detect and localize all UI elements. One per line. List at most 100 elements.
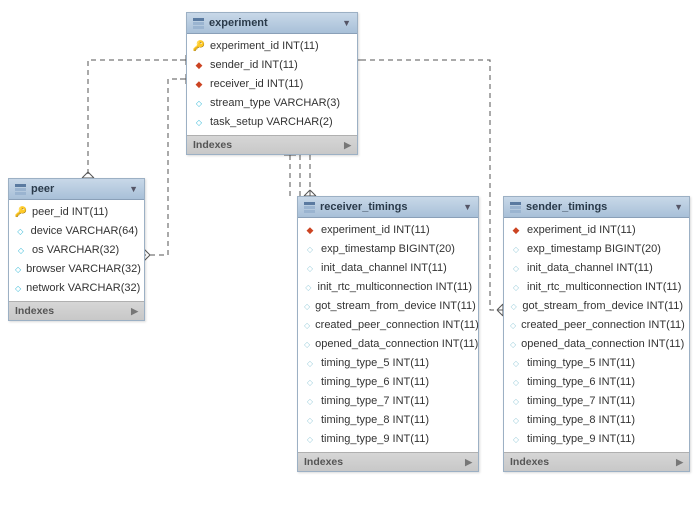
- column-label: created_peer_connection INT(11): [521, 318, 685, 333]
- column-label: timing_type_9 INT(11): [321, 432, 429, 447]
- column-icon: ◇: [193, 98, 205, 110]
- column-label: exp_timestamp BIGINT(20): [527, 242, 661, 257]
- column-label: device VARCHAR(64): [31, 224, 138, 239]
- column-label: init_data_channel INT(11): [321, 261, 447, 276]
- column-icon: ◇: [15, 264, 21, 276]
- column-icon: ◇: [304, 396, 316, 408]
- indexes-section[interactable]: Indexes ▶: [504, 452, 689, 471]
- column-icon: ◇: [510, 320, 516, 332]
- column-icon: ◇: [510, 339, 516, 351]
- column-row[interactable]: ◇os VARCHAR(32): [9, 241, 144, 260]
- column-label: got_stream_from_device INT(11): [315, 299, 476, 314]
- entity-header[interactable]: experiment ▼: [187, 13, 357, 34]
- column-list: ◆experiment_id INT(11) ◇exp_timestamp BI…: [298, 218, 478, 452]
- column-icon: ◇: [304, 263, 316, 275]
- column-label: experiment_id INT(11): [527, 223, 636, 238]
- indexes-section[interactable]: Indexes ▶: [298, 452, 478, 471]
- column-row[interactable]: ◇timing_type_5 INT(11): [504, 354, 689, 373]
- column-row[interactable]: ◆receiver_id INT(11): [187, 75, 357, 94]
- expand-icon: ▶: [676, 457, 683, 468]
- entity-title: receiver_timings: [320, 201, 463, 213]
- foreign-key-icon: ◆: [193, 79, 205, 91]
- column-row[interactable]: ◇timing_type_9 INT(11): [298, 430, 478, 449]
- er-diagram-canvas: experiment ▼ 🔑 experiment_id INT(11) ◆ sen…: [0, 0, 697, 526]
- foreign-key-icon: ◆: [304, 225, 316, 237]
- entity-receiver-timings[interactable]: receiver_timings ▼ ◆experiment_id INT(11…: [297, 196, 479, 472]
- column-row[interactable]: ◆ experiment_id INT(11): [504, 221, 689, 240]
- column-label: task_setup VARCHAR(2): [210, 115, 333, 130]
- column-row[interactable]: ◇stream_type VARCHAR(3): [187, 94, 357, 113]
- column-row[interactable]: ◇timing_type_6 INT(11): [298, 373, 478, 392]
- column-row[interactable]: ◇got_stream_from_device INT(11): [504, 297, 689, 316]
- column-row[interactable]: ◇timing_type_8 INT(11): [504, 411, 689, 430]
- entity-peer[interactable]: peer ▼ 🔑peer_id INT(11) ◇device VARCHAR(…: [8, 178, 145, 321]
- column-icon: ◇: [510, 244, 522, 256]
- column-row[interactable]: 🔑 peer_id INT(11): [9, 203, 144, 222]
- column-row[interactable]: ◇ init_rtc_multiconnection INT(11): [298, 278, 478, 297]
- column-icon: ◇: [510, 434, 522, 446]
- column-row[interactable]: ◇got_stream_from_device INT(11): [298, 297, 478, 316]
- column-list: 🔑 experiment_id INT(11) ◆ sender_id INT(11…: [187, 34, 357, 135]
- entity-header[interactable]: peer ▼: [9, 179, 144, 200]
- column-row[interactable]: ◆experiment_id INT(11): [298, 221, 478, 240]
- column-row[interactable]: ◇opened_data_connection INT(11): [504, 335, 689, 354]
- indexes-section[interactable]: Indexes ▶: [9, 301, 144, 320]
- column-row[interactable]: ◇ task_setup VARCHAR(2): [187, 113, 357, 132]
- column-row[interactable]: ◇ init_data_channel INT(11): [298, 259, 478, 278]
- column-row[interactable]: ◇init_rtc_multiconnection INT(11): [504, 278, 689, 297]
- column-row[interactable]: ◇init_data_channel INT(11): [504, 259, 689, 278]
- column-row[interactable]: ◇ created_peer_connection INT(11): [298, 316, 478, 335]
- collapse-icon[interactable]: ▼: [342, 18, 351, 28]
- table-icon: [510, 202, 521, 213]
- column-icon: ◇: [193, 117, 205, 129]
- column-row[interactable]: ◇timing_type_7 INT(11): [504, 392, 689, 411]
- primary-key-icon: 🔑: [15, 207, 27, 219]
- column-row[interactable]: ◇ created_peer_connection INT(11): [504, 316, 689, 335]
- column-label: timing_type_7 INT(11): [527, 394, 635, 409]
- foreign-key-icon: ◆: [193, 60, 205, 72]
- column-label: created_peer_connection INT(11): [315, 318, 479, 333]
- entity-experiment[interactable]: experiment ▼ 🔑 experiment_id INT(11) ◆ sen…: [186, 12, 358, 155]
- column-row[interactable]: ◇ timing_type_7 INT(11): [298, 392, 478, 411]
- column-row[interactable]: ◇opened_data_connection INT(11): [298, 335, 478, 354]
- entity-header[interactable]: sender_timings ▼: [504, 197, 689, 218]
- column-icon: ◇: [304, 320, 310, 332]
- column-row[interactable]: ◇timing_type_5 INT(11): [298, 354, 478, 373]
- column-row[interactable]: ◇exp_timestamp BIGINT(20): [298, 240, 478, 259]
- column-icon: ◇: [510, 263, 522, 275]
- column-row[interactable]: ◇network VARCHAR(32): [9, 279, 144, 298]
- entity-sender-timings[interactable]: sender_timings ▼ ◆experiment_id INT(11) …: [503, 196, 690, 472]
- column-row[interactable]: ◇timing_type_6 INT(11): [504, 373, 689, 392]
- column-label: timing_type_5 INT(11): [321, 356, 429, 371]
- column-icon: ◇: [304, 282, 313, 294]
- foreign-key-icon: ◆: [510, 225, 522, 237]
- column-label: timing_type_7 INT(11): [321, 394, 429, 409]
- column-label: opened_data_connection INT(11): [315, 337, 478, 352]
- entity-title: experiment: [209, 17, 342, 29]
- table-icon: [193, 18, 204, 29]
- column-row[interactable]: ◆ sender_id INT(11): [187, 56, 357, 75]
- column-row[interactable]: ◇timing_type_8 INT(11): [298, 411, 478, 430]
- collapse-icon[interactable]: ▼: [129, 184, 138, 194]
- column-label: experiment_id INT(11): [210, 39, 319, 54]
- entity-title: sender_timings: [526, 201, 674, 213]
- entity-header[interactable]: receiver_timings ▼: [298, 197, 478, 218]
- column-row[interactable]: ◇browser VARCHAR(32): [9, 260, 144, 279]
- indexes-label: Indexes: [193, 139, 232, 151]
- column-row[interactable]: ◇ exp_timestamp BIGINT(20): [504, 240, 689, 259]
- indexes-section[interactable]: Indexes ▶: [187, 135, 357, 154]
- column-row[interactable]: ◇timing_type_9 INT(11): [504, 430, 689, 449]
- column-icon: ◇: [510, 377, 522, 389]
- collapse-icon[interactable]: ▼: [674, 202, 683, 212]
- collapse-icon[interactable]: ▼: [463, 202, 472, 212]
- column-row[interactable]: 🔑 experiment_id INT(11): [187, 37, 357, 56]
- column-row[interactable]: ◇device VARCHAR(64): [9, 222, 144, 241]
- primary-key-icon: 🔑: [193, 41, 205, 53]
- column-label: init_rtc_multiconnection INT(11): [527, 280, 681, 295]
- expand-icon: ▶: [465, 457, 472, 468]
- table-icon: [304, 202, 315, 213]
- column-label: init_rtc_multiconnection INT(11): [318, 280, 472, 295]
- column-label: peer_id INT(11): [32, 205, 108, 220]
- column-label: exp_timestamp BIGINT(20): [321, 242, 455, 257]
- column-label: sender_id INT(11): [210, 58, 298, 73]
